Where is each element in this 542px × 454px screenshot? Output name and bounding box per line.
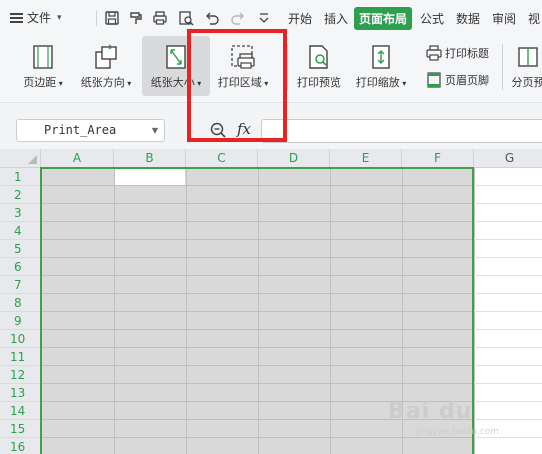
grid-row-line <box>474 257 542 258</box>
row-header[interactable]: 14 <box>0 402 41 420</box>
row-header[interactable]: 10 <box>0 330 41 348</box>
row-header[interactable]: 6 <box>0 258 41 276</box>
divider <box>502 44 503 90</box>
tab-formula[interactable]: 公式 <box>420 10 444 27</box>
chevron-down-icon: ▾ <box>57 12 62 23</box>
print-titles-icon <box>426 45 442 61</box>
tab-view[interactable]: 视 <box>528 10 540 27</box>
row-header[interactable]: 1 <box>0 168 41 186</box>
menu-icon <box>10 12 23 23</box>
margins-icon <box>33 45 53 69</box>
row-header[interactable]: 9 <box>0 312 41 330</box>
header-footer-icon <box>427 72 441 88</box>
formula-input[interactable] <box>261 119 542 143</box>
grid-row-line <box>474 221 542 222</box>
print-preview-icon[interactable] <box>178 10 194 26</box>
row-header[interactable]: 5 <box>0 240 41 258</box>
chevron-down-icon[interactable]: ▼ <box>152 120 158 141</box>
row-header[interactable]: 12 <box>0 366 41 384</box>
orientation-button[interactable]: 纸张方向 ▾ <box>76 36 136 96</box>
header-footer-button[interactable]: 页眉页脚 <box>426 72 489 88</box>
row-header[interactable]: 16 <box>0 438 41 454</box>
redo-icon[interactable] <box>230 10 246 26</box>
undo-icon[interactable] <box>204 10 220 26</box>
file-menu-label: 文件 <box>27 11 52 25</box>
page-break-icon <box>518 47 538 67</box>
watermark-brand: Bai du <box>388 399 473 424</box>
watermark-sub: jingyan.baidu.com <box>416 427 500 437</box>
column-header-d[interactable]: D <box>258 149 330 168</box>
column-header-b[interactable]: B <box>114 149 186 168</box>
more-icon[interactable] <box>256 10 272 26</box>
page-break-label: 分页预 <box>511 76 542 89</box>
name-box[interactable]: Print_Area ▼ <box>16 119 165 142</box>
grid-row-line <box>474 329 542 330</box>
tab-insert[interactable]: 插入 <box>324 10 348 27</box>
highlight-box <box>187 29 287 142</box>
column-header-e[interactable]: E <box>330 149 402 168</box>
print-scale-icon <box>372 45 390 69</box>
orientation-icon <box>95 44 117 69</box>
column-header-c[interactable]: C <box>186 149 258 168</box>
name-box-value: Print_Area <box>44 123 117 137</box>
grid-row-line <box>474 365 542 366</box>
save-icon[interactable] <box>104 10 120 26</box>
tab-page-layout[interactable]: 页面布局 <box>354 7 413 30</box>
tab-data[interactable]: 数据 <box>456 10 480 27</box>
print-preview-large-icon <box>309 45 328 69</box>
file-menu[interactable]: 文件 ▾ <box>10 9 62 26</box>
print-preview-label: 打印预览 <box>297 76 341 89</box>
margins-label: 页边距 ▾ <box>23 76 63 89</box>
print-preview-button[interactable]: 打印预览 <box>292 36 346 96</box>
column-header-a[interactable]: A <box>41 149 114 168</box>
grid-row-line <box>474 185 542 186</box>
divider <box>287 44 288 90</box>
format-painter-icon[interactable] <box>128 10 144 26</box>
orientation-label: 纸张方向 ▾ <box>80 76 132 89</box>
print-scale-label: 打印缩放 ▾ <box>355 76 407 89</box>
margins-button[interactable]: 页边距 ▾ <box>18 36 68 96</box>
row-header[interactable]: 8 <box>0 294 41 312</box>
print-icon[interactable] <box>152 10 168 26</box>
row-header[interactable]: 4 <box>0 222 41 240</box>
row-header[interactable]: 13 <box>0 384 41 402</box>
paper-size-icon <box>166 45 186 69</box>
tab-home[interactable]: 开始 <box>288 10 312 27</box>
page-break-preview-button[interactable]: 分页预 <box>508 36 542 96</box>
row-header[interactable]: 3 <box>0 204 41 222</box>
tab-review[interactable]: 审阅 <box>492 10 516 27</box>
column-header-g[interactable]: G <box>474 149 542 168</box>
divider <box>96 10 97 26</box>
grid-row-line <box>474 239 542 240</box>
row-header[interactable]: 7 <box>0 276 41 294</box>
grid-row-line <box>474 347 542 348</box>
grid-row-line <box>474 293 542 294</box>
grid-row-line <box>474 275 542 276</box>
row-header[interactable]: 15 <box>0 420 41 438</box>
grid-row-line <box>474 203 542 204</box>
select-all-corner[interactable] <box>0 149 41 168</box>
grid-row-line <box>474 383 542 384</box>
grid-row-line <box>474 311 542 312</box>
watermark: Bai du jingyan.baidu.com <box>388 395 538 445</box>
print-scale-button[interactable]: 打印缩放 ▾ <box>352 36 410 96</box>
row-header[interactable]: 11 <box>0 348 41 366</box>
row-header[interactable]: 2 <box>0 186 41 204</box>
print-titles-label: 打印标题 <box>445 47 489 60</box>
column-header-f[interactable]: F <box>402 149 474 168</box>
print-titles-button[interactable]: 打印标题 <box>426 45 489 61</box>
header-footer-label: 页眉页脚 <box>445 74 489 87</box>
